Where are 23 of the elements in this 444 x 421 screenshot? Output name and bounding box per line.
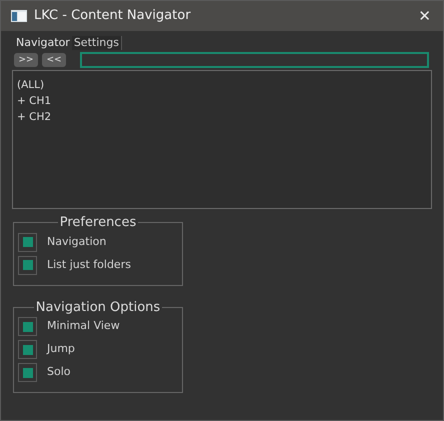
window-title: LKC - Content Navigator bbox=[34, 7, 191, 26]
checkbox[interactable] bbox=[18, 340, 37, 359]
tab[interactable]: Navigator bbox=[14, 35, 72, 50]
app-icon bbox=[11, 10, 27, 22]
close-button[interactable]: ✕ bbox=[418, 8, 431, 24]
tree-item[interactable]: + CH1 bbox=[17, 93, 52, 109]
checkbox[interactable] bbox=[18, 256, 37, 274]
toolbar-button[interactable]: >> bbox=[14, 53, 38, 67]
checkbox-label: Solo bbox=[47, 364, 70, 380]
checkbox-label: Minimal View bbox=[47, 318, 120, 334]
group-title: Navigation Options bbox=[34, 298, 162, 316]
tree-item[interactable]: (ALL) bbox=[17, 77, 44, 93]
checkbox-label: Jump bbox=[47, 341, 75, 358]
checkbox[interactable] bbox=[18, 232, 37, 252]
checkbox[interactable] bbox=[18, 317, 37, 336]
tab[interactable]: Settings bbox=[72, 36, 122, 50]
checkbox-label: Navigation bbox=[47, 234, 106, 250]
tree-item[interactable]: + CH2 bbox=[17, 109, 52, 125]
search-field[interactable] bbox=[80, 52, 429, 68]
checkbox-label: List just folders bbox=[47, 256, 131, 273]
group-title: Preferences bbox=[58, 214, 138, 232]
toolbar-button[interactable]: << bbox=[42, 53, 66, 67]
checkbox[interactable] bbox=[18, 363, 37, 382]
